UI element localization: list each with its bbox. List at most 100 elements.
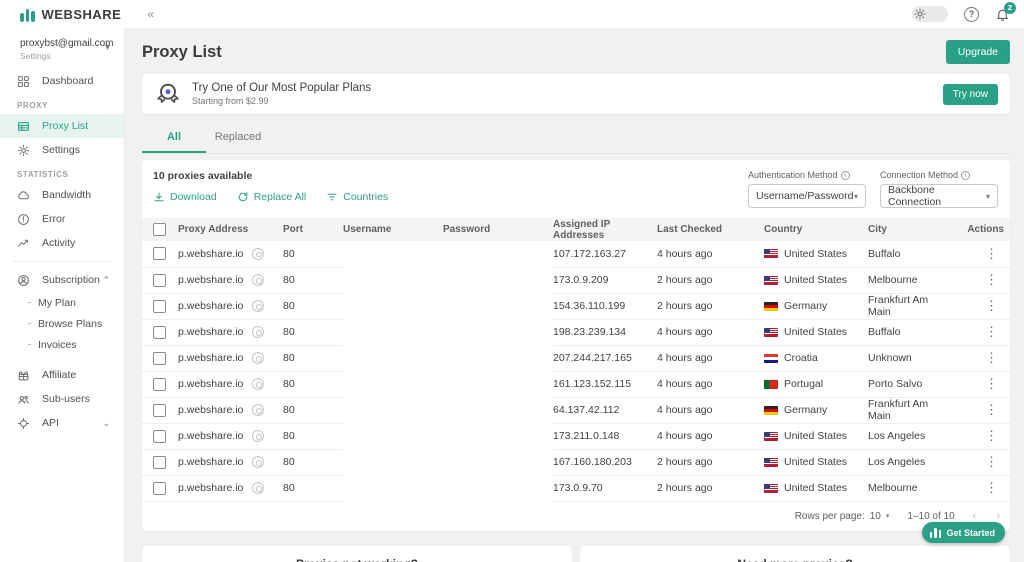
info-icon[interactable]: i xyxy=(840,170,850,180)
copy-icon[interactable] xyxy=(252,456,265,468)
main-content: Proxy List Upgrade Try One of Our Most P… xyxy=(125,28,1024,562)
sidebar-item-sub-users[interactable]: Sub-users xyxy=(0,387,124,411)
country-flag-icon xyxy=(764,353,778,363)
copy-icon[interactable] xyxy=(252,430,265,442)
filters: Authentication Method i Username/Password ▾… xyxy=(748,170,998,208)
country-name: United States xyxy=(784,430,848,442)
row-actions-button[interactable]: ⋮ xyxy=(952,319,1010,346)
proxy-list-icon xyxy=(18,121,29,131)
select-all-checkbox[interactable] xyxy=(153,223,166,236)
sidebar-item-dashboard[interactable]: Dashboard xyxy=(0,69,124,93)
bullet xyxy=(28,322,31,325)
sidebar-subitem-my-plan[interactable]: My Plan xyxy=(0,292,124,313)
tab-all[interactable]: All xyxy=(142,122,206,153)
connection-method-label: Connection Method xyxy=(880,170,959,180)
prev-page-button[interactable]: ‹ xyxy=(973,510,977,522)
city-cell: Frankfurt Am Main xyxy=(868,293,952,320)
refresh-icon xyxy=(238,192,248,202)
connection-method-select[interactable]: Backbone Connection ▾ xyxy=(880,184,998,208)
password-cell xyxy=(443,397,553,423)
info-icon[interactable]: i xyxy=(961,170,971,180)
table-row: p.webshare.io 80 198.23.239.134 4 hours ago… xyxy=(142,319,1010,346)
row-actions-button[interactable]: ⋮ xyxy=(952,345,1010,372)
sidebar-item-api[interactable]: API ⌄ xyxy=(0,411,124,435)
replace-all-label: Replace All xyxy=(253,191,307,203)
sidebar-collapse-icon[interactable]: « xyxy=(147,7,154,21)
row-checkbox[interactable] xyxy=(153,403,166,417)
theme-toggle[interactable] xyxy=(912,6,948,22)
country-cell: United States xyxy=(764,482,868,494)
sun-icon xyxy=(914,8,926,20)
password-cell xyxy=(443,241,553,267)
assigned-ip-cell: 167.160.180.203 xyxy=(553,449,657,476)
row-actions-button[interactable]: ⋮ xyxy=(952,475,1010,502)
rows-per-page-value: 10 xyxy=(869,510,881,522)
row-checkbox[interactable] xyxy=(153,325,166,339)
username-cell xyxy=(343,293,443,319)
country-cell: United States xyxy=(764,274,868,286)
rows-per-page-select[interactable]: Rows per page: 10 ▾ xyxy=(795,511,890,522)
try-now-button[interactable]: Try now xyxy=(942,83,998,105)
assigned-ip-cell: 154.36.110.199 xyxy=(553,293,657,320)
webshare-logo-icon xyxy=(929,527,942,538)
proxy-address: p.webshare.io xyxy=(178,430,244,442)
sidebar-item-bandwidth[interactable]: Bandwidth xyxy=(0,183,124,207)
chevron-down-icon: ⌄ xyxy=(102,417,110,428)
copy-icon[interactable] xyxy=(252,482,265,494)
username-cell xyxy=(343,423,443,449)
copy-icon[interactable] xyxy=(252,300,265,312)
sidebar-item-settings[interactable]: Settings xyxy=(0,138,124,162)
row-actions-button[interactable]: ⋮ xyxy=(952,293,1010,320)
table-row: p.webshare.io 80 161.123.152.115 4 hours ag… xyxy=(142,371,1010,398)
question-icon: ? xyxy=(964,6,979,22)
last-checked-cell: 4 hours ago xyxy=(657,319,764,346)
city-cell: Buffalo xyxy=(868,319,952,346)
row-checkbox[interactable] xyxy=(153,351,166,365)
copy-icon[interactable] xyxy=(252,404,265,416)
copy-icon[interactable] xyxy=(252,274,265,286)
bandwidth-icon xyxy=(18,190,29,199)
row-checkbox[interactable] xyxy=(153,247,166,261)
row-checkbox[interactable] xyxy=(153,481,166,495)
row-checkbox[interactable] xyxy=(153,455,166,469)
column-header-actions: Actions xyxy=(952,218,1010,241)
tab-bar: All Replaced xyxy=(142,122,1010,154)
row-actions-button[interactable]: ⋮ xyxy=(952,397,1010,424)
row-actions-button[interactable]: ⋮ xyxy=(952,241,1010,268)
row-checkbox[interactable] xyxy=(153,273,166,287)
password-cell xyxy=(443,449,553,475)
help-button[interactable]: ? xyxy=(964,6,979,22)
sidebar-item-subscription[interactable]: Subscription ⌃ xyxy=(0,268,124,292)
notifications-button[interactable]: 2 xyxy=(995,1,1016,22)
sidebar-subitem-label: Browse Plans xyxy=(38,317,103,330)
sidebar-subitem-browse-plans[interactable]: Browse Plans xyxy=(0,313,124,334)
sidebar-item-error[interactable]: Error xyxy=(0,207,124,231)
row-actions-button[interactable]: ⋮ xyxy=(952,371,1010,398)
replace-all-button[interactable]: Replace All xyxy=(237,191,307,203)
password-cell xyxy=(443,423,553,449)
copy-icon[interactable] xyxy=(252,326,265,338)
sidebar-item-proxy-list[interactable]: Proxy List xyxy=(0,114,124,138)
account-menu[interactable]: proxybst@gmail.com Settings ▾ xyxy=(0,36,124,69)
get-started-button[interactable]: Get Started xyxy=(921,522,1005,543)
row-actions-button[interactable]: ⋮ xyxy=(952,423,1010,450)
port-cell: 80 xyxy=(283,397,343,424)
row-checkbox[interactable] xyxy=(153,377,166,391)
sidebar-subitem-invoices[interactable]: Invoices xyxy=(0,334,124,355)
copy-icon[interactable] xyxy=(252,352,265,364)
assigned-ip-cell: 173.0.9.70 xyxy=(553,475,657,502)
row-checkbox[interactable] xyxy=(153,299,166,313)
auth-method-select[interactable]: Username/Password ▾ xyxy=(748,184,866,208)
next-page-button[interactable]: › xyxy=(996,510,1000,522)
sidebar-item-activity[interactable]: Activity xyxy=(0,231,124,255)
copy-icon[interactable] xyxy=(252,378,265,390)
row-actions-button[interactable]: ⋮ xyxy=(952,449,1010,476)
tab-replaced[interactable]: Replaced xyxy=(206,122,270,153)
row-actions-button[interactable]: ⋮ xyxy=(952,267,1010,294)
upgrade-button[interactable]: Upgrade xyxy=(945,40,1010,64)
row-checkbox[interactable] xyxy=(153,429,166,443)
sidebar-item-affiliate[interactable]: Affiliate xyxy=(0,363,124,387)
countries-button[interactable]: Countries xyxy=(326,191,388,203)
copy-icon[interactable] xyxy=(252,247,265,260)
download-button[interactable]: Download xyxy=(153,191,217,203)
